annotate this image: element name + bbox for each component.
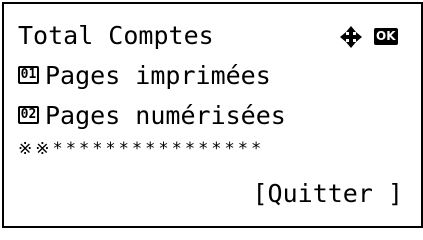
lcd-panel: Total Comptes OK 01 Pages imprimées 02 P… — [2, 2, 423, 228]
menu-item-label: Pages numérisées — [45, 101, 286, 130]
page-title: Total Comptes — [18, 21, 214, 50]
footer: [Quitter ] — [252, 179, 403, 209]
four-way-arrow-icon — [340, 26, 362, 48]
ok-key-icon: OK — [374, 28, 398, 45]
separator-asterisks: ※※**************** — [18, 139, 265, 159]
menu-item-number-badge: 02 — [18, 106, 39, 124]
menu-item-number-badge: 01 — [18, 66, 39, 84]
menu-item-label: Pages imprimées — [45, 61, 271, 90]
quit-button[interactable]: [Quitter ] — [252, 179, 403, 208]
